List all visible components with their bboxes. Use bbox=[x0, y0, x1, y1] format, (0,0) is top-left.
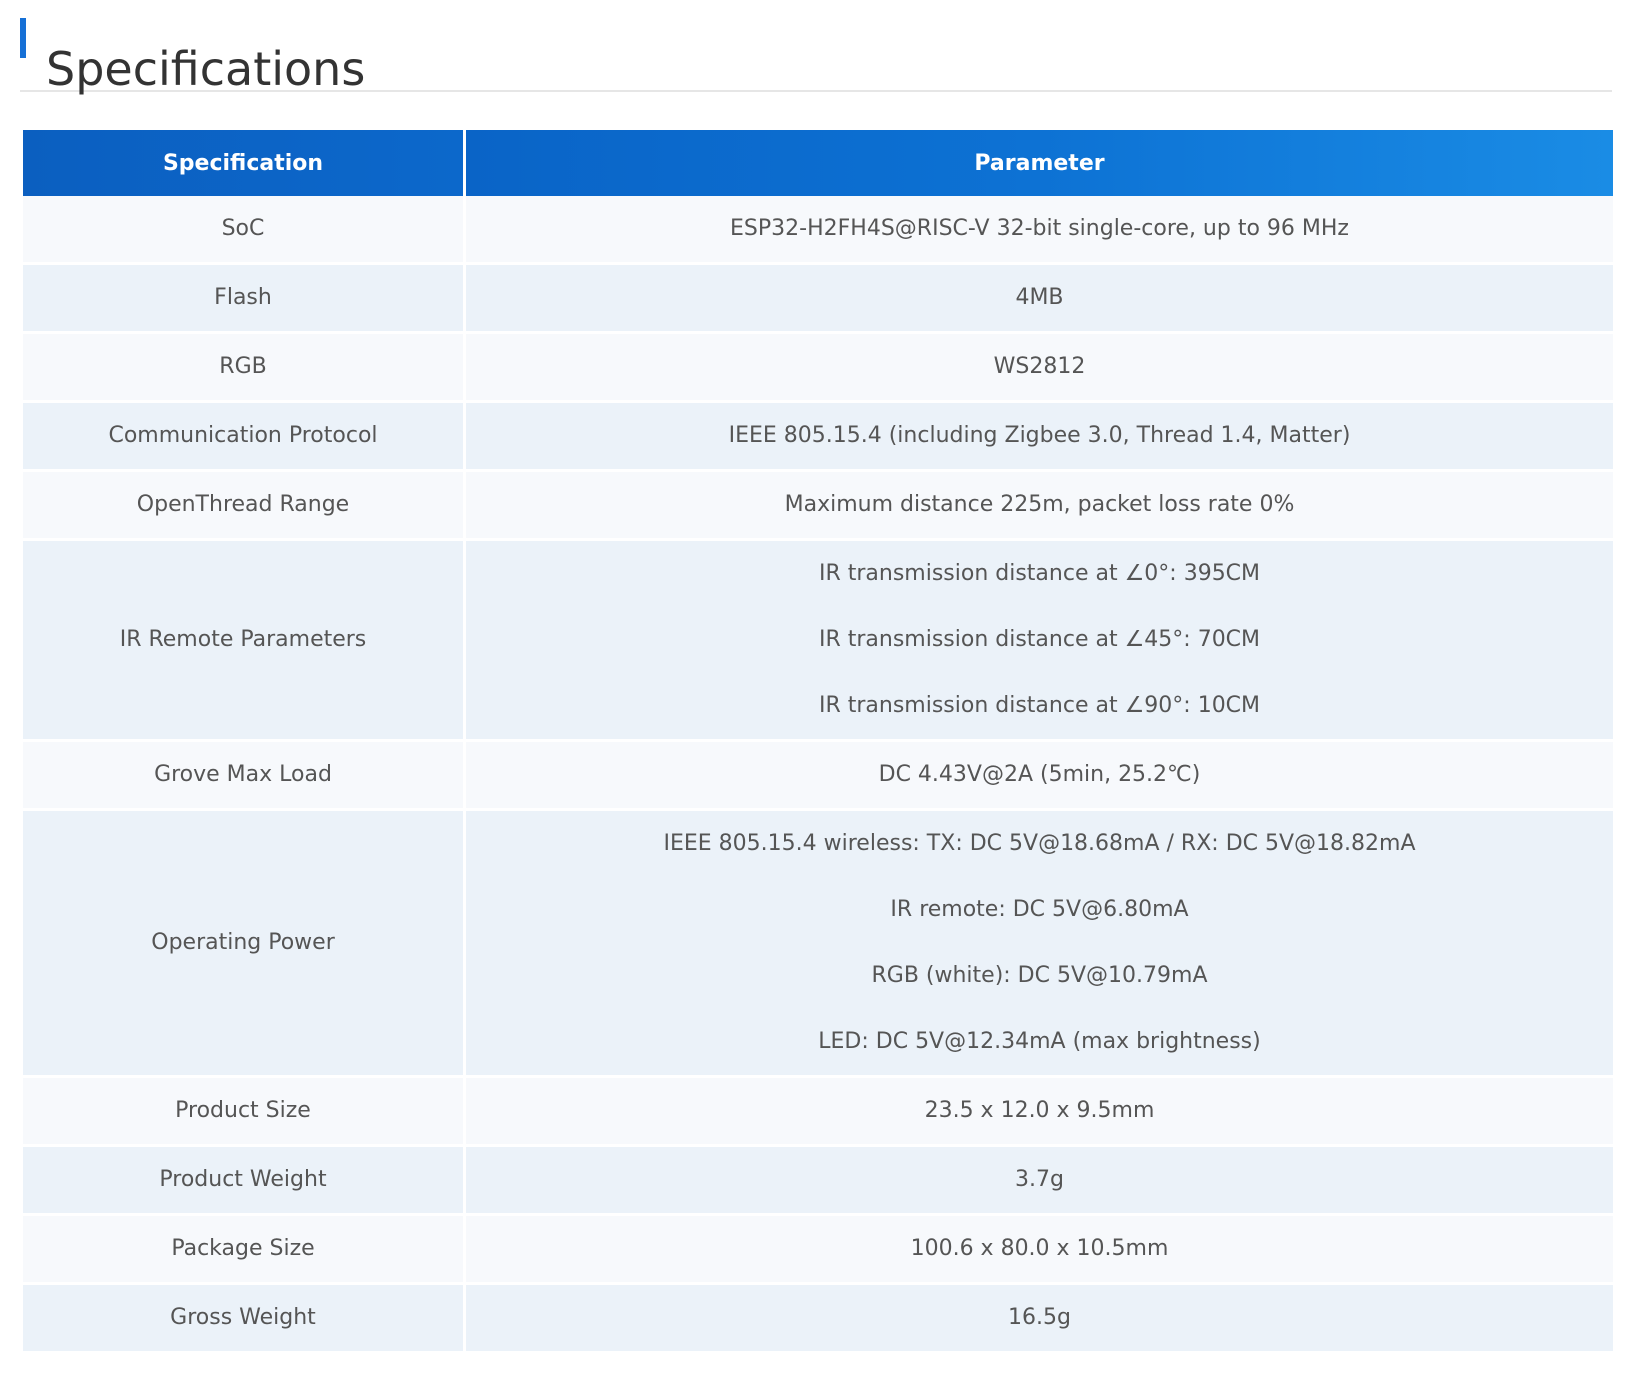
spec-parameter-cell: DC 4.43V@2A (5min, 25.2℃) bbox=[466, 742, 1613, 811]
spec-name-cell: Product Weight bbox=[23, 1147, 466, 1216]
table-row: Flash 4MB bbox=[23, 265, 1613, 334]
table-row: OpenThread Range Maximum distance 225m, p… bbox=[23, 472, 1613, 541]
table-row: Gross Weight 16.5g bbox=[23, 1285, 1613, 1354]
parameter-line: IEEE 805.15.4 wireless: TX: DC 5V@18.68m… bbox=[663, 831, 1416, 856]
parameter-line: IR transmission distance at ∠90°: 10CM bbox=[818, 693, 1261, 718]
table-row: RGB WS2812 bbox=[23, 334, 1613, 403]
table-header-row: Specification Parameter bbox=[23, 130, 1613, 196]
spec-parameter-cell: 16.5g bbox=[466, 1285, 1613, 1354]
spec-parameter-cell: Maximum distance 225m, packet loss rate … bbox=[466, 472, 1613, 541]
spec-parameter-cell: IR transmission distance at ∠0°: 395CM IR… bbox=[466, 541, 1613, 742]
spec-name-cell: Operating Power bbox=[23, 811, 466, 1078]
spec-parameter-cell: ESP32-H2FH4S@RISC-V 32-bit single-core, … bbox=[466, 196, 1613, 265]
spec-parameter-cell: 3.7g bbox=[466, 1147, 1613, 1216]
parameter-line: RGB (white): DC 5V@10.79mA bbox=[871, 963, 1208, 988]
table-row: Communication Protocol IEEE 805.15.4 (inc… bbox=[23, 403, 1613, 472]
spec-parameter-cell: IEEE 805.15.4 (including Zigbee 3.0, Thr… bbox=[466, 403, 1613, 472]
spec-name-cell: Communication Protocol bbox=[23, 403, 466, 472]
spec-name-cell: Grove Max Load bbox=[23, 742, 466, 811]
spec-table: Specification Parameter SoC ESP32-H2FH4S@… bbox=[23, 130, 1613, 1354]
parameter-line: IR remote: DC 5V@6.80mA bbox=[890, 897, 1189, 922]
page-header: Specifications bbox=[20, 0, 1612, 96]
spec-parameter-cell: IEEE 805.15.4 wireless: TX: DC 5V@18.68m… bbox=[466, 811, 1613, 1078]
table-row: Product Weight 3.7g bbox=[23, 1147, 1613, 1216]
spec-parameter-cell: 4MB bbox=[466, 265, 1613, 334]
spec-name-cell: SoC bbox=[23, 196, 466, 265]
spec-name-cell: Gross Weight bbox=[23, 1285, 466, 1354]
table-row: Operating Power IEEE 805.15.4 wireless: T… bbox=[23, 811, 1613, 1078]
table-body: SoC ESP32-H2FH4S@RISC-V 32-bit single-cor… bbox=[23, 196, 1613, 1354]
parameter-line: IR transmission distance at ∠45°: 70CM bbox=[818, 627, 1261, 652]
table-row: IR Remote Parameters IR transmission dist… bbox=[23, 541, 1613, 742]
spec-name-cell: RGB bbox=[23, 334, 466, 403]
parameter-line: IR transmission distance at ∠0°: 395CM bbox=[818, 561, 1261, 586]
spec-parameter-cell: WS2812 bbox=[466, 334, 1613, 403]
spec-parameter-cell: 23.5 x 12.0 x 9.5mm bbox=[466, 1078, 1613, 1147]
table-row: Product Size 23.5 x 12.0 x 9.5mm bbox=[23, 1078, 1613, 1147]
spec-name-cell: OpenThread Range bbox=[23, 472, 466, 541]
table-row: SoC ESP32-H2FH4S@RISC-V 32-bit single-cor… bbox=[23, 196, 1613, 265]
parameter-line: LED: DC 5V@12.34mA (max brightness) bbox=[818, 1029, 1261, 1054]
spec-name-cell: Package Size bbox=[23, 1216, 466, 1285]
table-row: Grove Max Load DC 4.43V@2A (5min, 25.2℃) bbox=[23, 742, 1613, 811]
spec-parameter-cell: 100.6 x 80.0 x 10.5mm bbox=[466, 1216, 1613, 1285]
table-row: Package Size 100.6 x 80.0 x 10.5mm bbox=[23, 1216, 1613, 1285]
column-header-specification: Specification bbox=[23, 130, 466, 196]
page-title: Specifications bbox=[46, 41, 366, 96]
spec-name-cell: Product Size bbox=[23, 1078, 466, 1147]
column-header-parameter: Parameter bbox=[466, 130, 1613, 196]
spec-name-cell: IR Remote Parameters bbox=[23, 541, 466, 742]
spec-name-cell: Flash bbox=[23, 265, 466, 334]
title-accent-bar bbox=[20, 18, 26, 58]
